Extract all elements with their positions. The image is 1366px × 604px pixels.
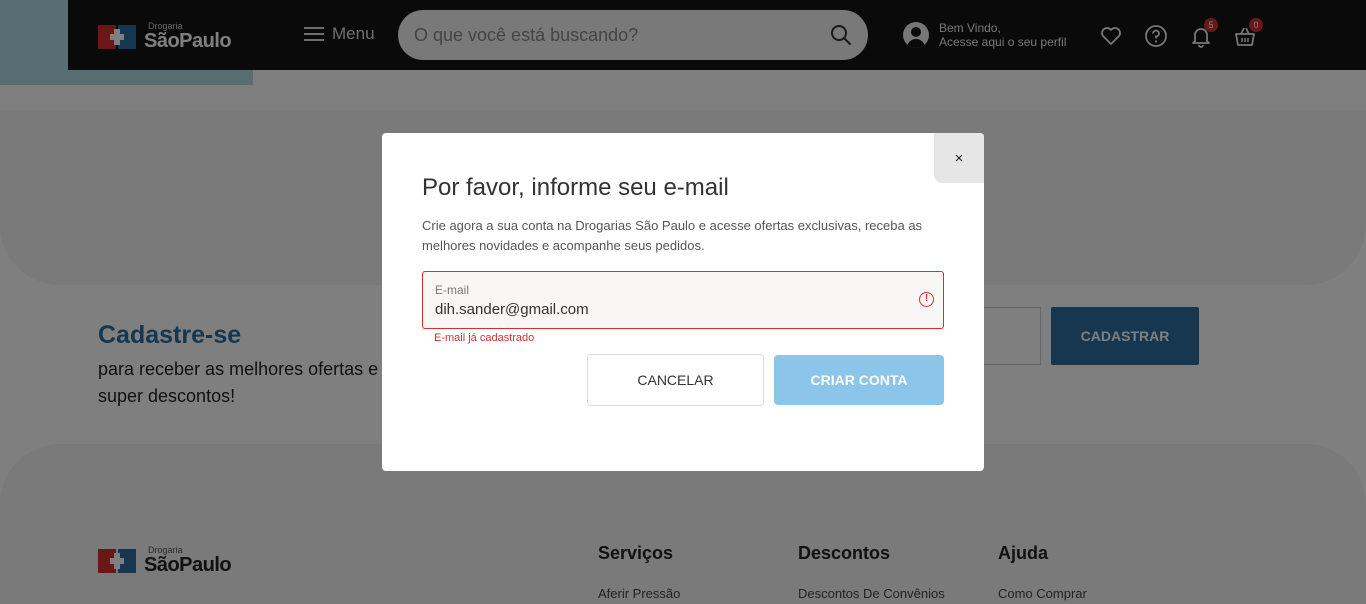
cancel-button[interactable]: CANCELAR bbox=[587, 354, 764, 406]
error-icon: ! bbox=[919, 292, 934, 307]
close-button[interactable]: × bbox=[934, 133, 984, 183]
email-field-label: E-mail bbox=[435, 283, 470, 297]
create-account-button[interactable]: CRIAR CONTA bbox=[774, 355, 944, 405]
email-field[interactable]: E-mail ! bbox=[422, 271, 944, 329]
modal-title: Por favor, informe seu e-mail bbox=[422, 174, 729, 201]
modal-description: Crie agora a sua conta na Drogarias São … bbox=[422, 218, 923, 253]
email-error-message: E-mail já cadastrado bbox=[434, 332, 535, 344]
email-modal: × Por favor, informe seu e-mail Crie ago… bbox=[382, 133, 984, 471]
email-input[interactable] bbox=[435, 301, 905, 318]
